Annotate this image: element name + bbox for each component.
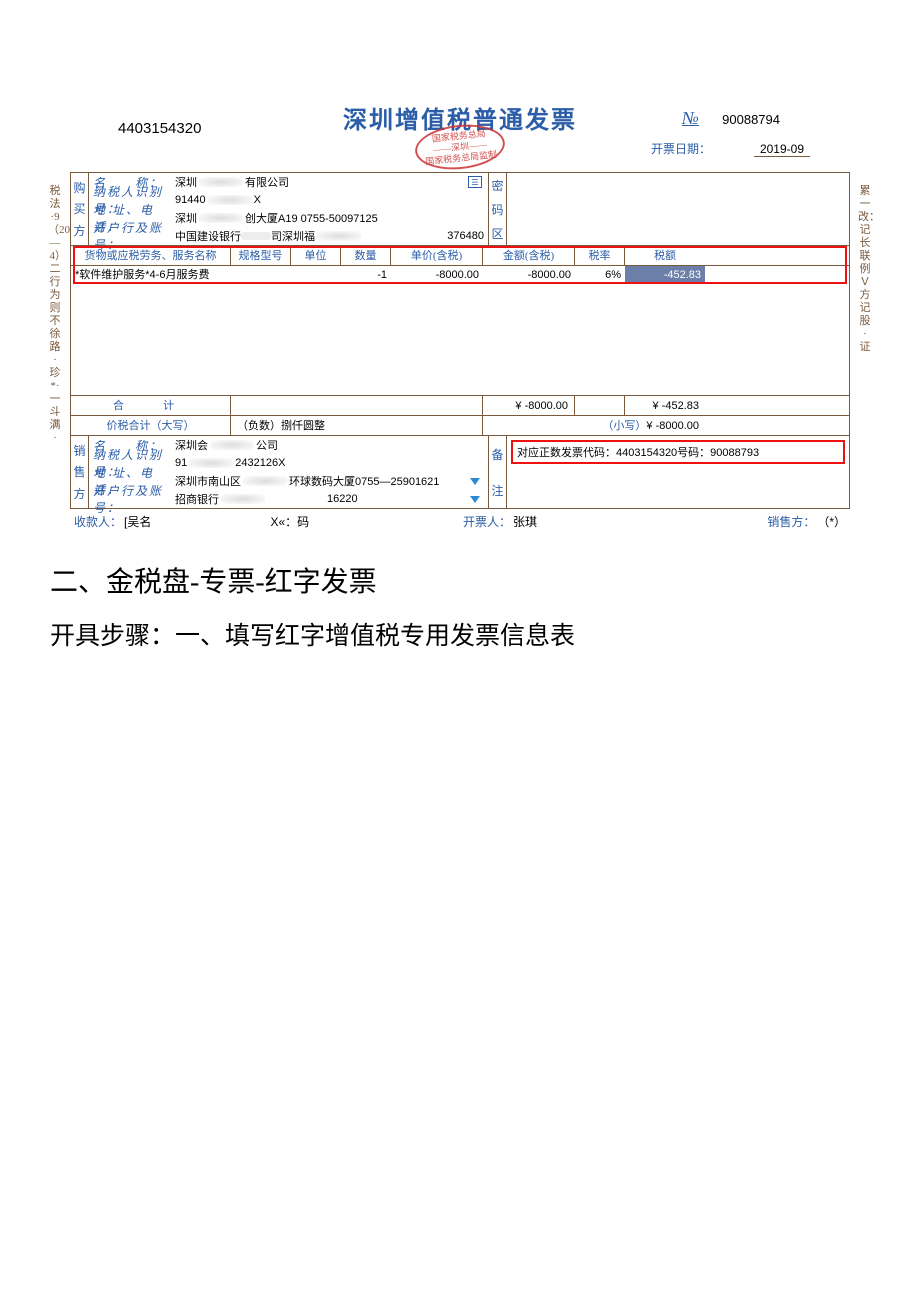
item-tax: -452.83 <box>625 266 705 284</box>
grand-total-sm-label: （小写） <box>602 420 646 432</box>
dropdown-icon[interactable] <box>470 496 480 503</box>
drawer-value: 张琪 <box>513 513 537 530</box>
seller-section-label: 销售方 <box>71 436 89 508</box>
seller-addr-value: 深圳市南山区环球数码大厦0755—25901621 <box>175 473 484 489</box>
drawer-label: 开票人： <box>463 513 511 530</box>
invoice-no-value: 90088794 <box>722 112 780 127</box>
total-tax: ¥ -452.83 <box>625 396 705 416</box>
cipher-area <box>507 173 849 245</box>
seller-name-value: 深圳会公司 <box>175 437 484 453</box>
lookup-icon[interactable]: ☰ <box>468 176 482 188</box>
document-body: 二、金税盘-专票-红字发票 开具步骤：一、填写红字增值税专用发票信息表 <box>50 560 870 652</box>
total-label: 合 计 <box>71 396 231 416</box>
invoice-footer: 收款人：[吴名 X«：码 开票人：张琪 销售方：（*） <box>70 509 850 530</box>
seller-taxid-value: 912432126X <box>175 457 484 469</box>
seller-block: 销售方 名 称： 深圳会公司 纳税人识别号： 912432126X 地 址、电 … <box>71 436 849 508</box>
col-rate: 税率 <box>575 246 625 266</box>
buyer-addr-value: 深圳创大厦A19 0755-50097125 <box>175 210 484 226</box>
seller-seal-label: 销售方： <box>767 513 815 530</box>
col-spec: 规格型号 <box>231 246 291 266</box>
buyer-bank-value: 中国建设银行司深圳福376480 <box>175 228 484 244</box>
item-amount: -8000.00 <box>483 266 575 284</box>
buyer-taxid-value: 91440X <box>175 194 484 206</box>
grand-total-sm-value: ¥ -8000.00 <box>646 420 699 432</box>
remark-text: 对应正数发票代码：4403154320号码：90088793 <box>511 440 845 464</box>
remark-section-label: 备注 <box>489 436 507 508</box>
item-row[interactable]: *软件维护服务*4-6月服务费 -1 -8000.00 -8000.00 6% … <box>71 266 849 284</box>
seller-bank-value: 招商银行16220 <box>175 491 484 507</box>
total-amount: ¥ -8000.00 <box>483 396 575 416</box>
payee-value: [吴名 <box>124 513 151 530</box>
col-tax: 税额 <box>625 246 705 266</box>
invoice-code: 4403154320 <box>118 120 201 137</box>
item-qty: -1 <box>341 266 391 284</box>
checker-value: X«：码 <box>271 513 310 530</box>
payee-label: 收款人： <box>74 513 122 530</box>
remark-pane: 对应正数发票代码：4403154320号码：90088793 <box>507 436 849 508</box>
cipher-section-label: 密码区 <box>489 173 507 245</box>
left-margin-text: 税法·9（20—4）二行为则不徐路·珍*·一斗满· <box>48 185 62 445</box>
buyer-section-label: 购买方 <box>71 173 89 245</box>
seller-bank-label: 开户行及账号： <box>93 482 175 516</box>
items-body: *软件维护服务*4-6月服务费 -1 -8000.00 -8000.00 6% … <box>71 266 849 396</box>
grand-total-row: 价税合计（大写） （负数）捌仟圆整 （小写）¥ -8000.00 <box>71 416 849 436</box>
item-name: *软件维护服务*4-6月服务费 <box>71 266 231 284</box>
col-name: 货物或应税劳务、服务名称 <box>71 246 231 266</box>
col-price: 单价(含税) <box>391 246 483 266</box>
step-text: 开具步骤：一、填写红字增值税专用发票信息表 <box>50 616 870 652</box>
dropdown-icon[interactable] <box>470 478 480 485</box>
issue-date-label: 开票日期： <box>651 142 711 156</box>
right-margin-text: 累一改：记长联例Ｖ方记股·证 <box>858 185 872 354</box>
grand-total-cn: （负数）捌仟圆整 <box>231 416 483 436</box>
item-rate: 6% <box>575 266 625 284</box>
totals-row: 合 计 ¥ -8000.00 ¥ -452.83 <box>71 396 849 416</box>
col-qty: 数量 <box>341 246 391 266</box>
grand-total-label: 价税合计（大写） <box>71 416 231 436</box>
invoice: 税法·9（20—4）二行为则不徐路·珍*·一斗满· 累一改：记长联例Ｖ方记股·证… <box>70 100 850 530</box>
issue-date-value: 2019-09 <box>754 142 810 157</box>
col-amount: 金额(含税) <box>483 246 575 266</box>
items-header: 货物或应税劳务、服务名称 规格型号 单位 数量 单价(含税) 金额(含税) 税率… <box>71 246 849 266</box>
invoice-frame: 购买方 名 称： 深圳有限公司☰ 纳税人识别号： 91440X 地 址、电 话：… <box>70 172 850 509</box>
section-heading: 二、金税盘-专票-红字发票 <box>50 560 870 600</box>
invoice-no-label: № <box>682 108 699 128</box>
seller-seal-value: （*） <box>817 513 846 530</box>
item-unit <box>291 266 341 284</box>
item-price: -8000.00 <box>391 266 483 284</box>
item-spec <box>231 266 291 284</box>
col-unit: 单位 <box>291 246 341 266</box>
invoice-header: 4403154320 深圳增值税普通发票 国家税务总局 ——深圳—— 国家税务总… <box>70 100 850 172</box>
buyer-block: 购买方 名 称： 深圳有限公司☰ 纳税人识别号： 91440X 地 址、电 话：… <box>71 173 849 246</box>
buyer-name-value: 深圳有限公司☰ <box>175 174 484 190</box>
